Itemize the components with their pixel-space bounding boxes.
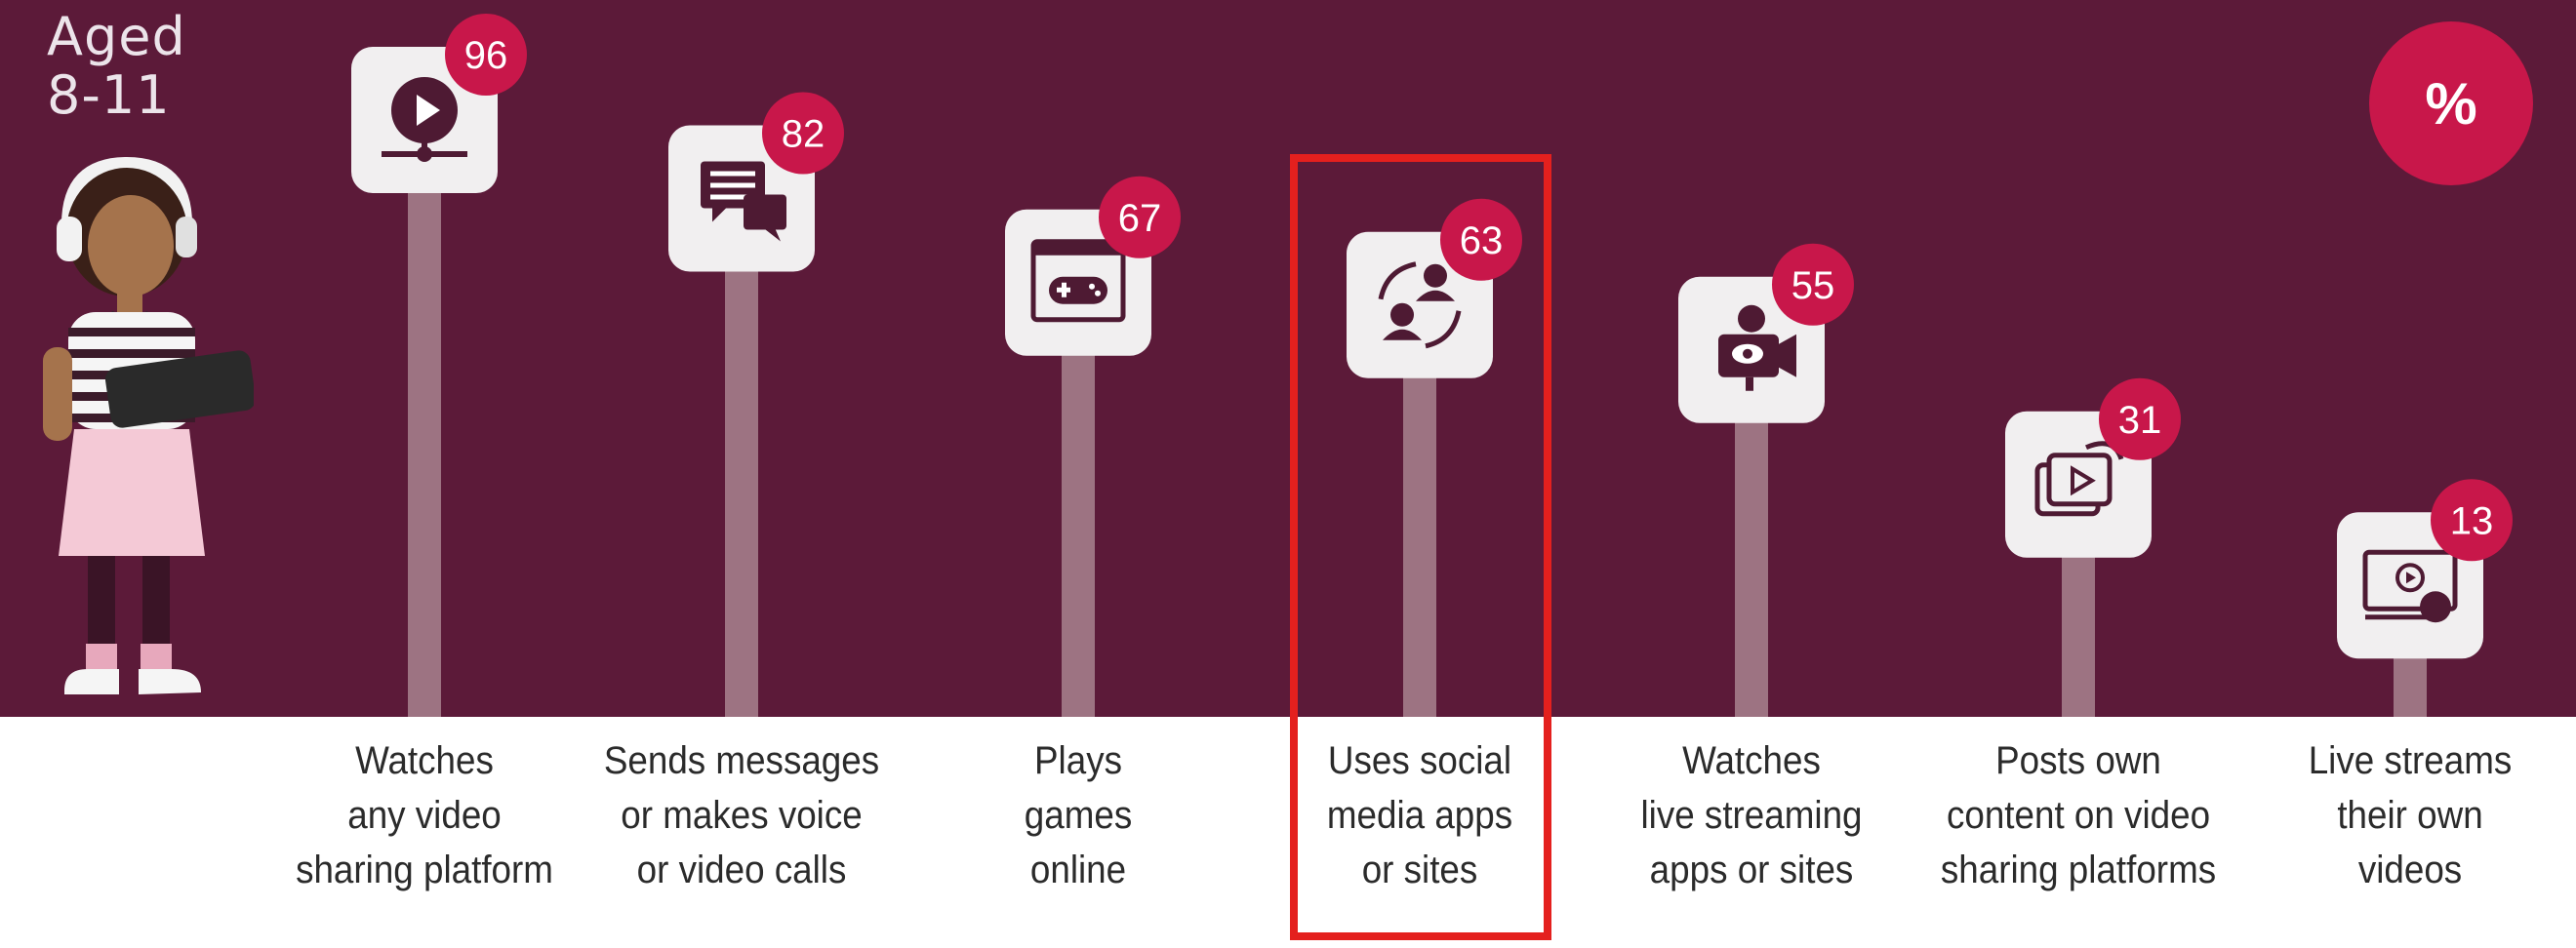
bar-stem <box>408 120 441 717</box>
category-label-3: Plays games online <box>935 733 1222 897</box>
category-label-line: Plays <box>1034 739 1122 782</box>
bar-group-3: 67 <box>1005 176 1181 717</box>
category-label-line: sharing platforms <box>1940 849 2217 891</box>
category-label-line: games <box>1024 794 1133 837</box>
category-label-line: any video <box>347 794 502 837</box>
category-label-line: videos <box>2357 849 2463 891</box>
category-label-line: Watches <box>355 739 494 782</box>
bar-group-6: 31 <box>2005 377 2181 717</box>
category-label-line: content on video <box>1946 794 2211 837</box>
data-label: 67 <box>1118 197 1162 240</box>
category-label-line: online <box>1029 849 1127 891</box>
bar-group-1: 96 <box>351 14 527 717</box>
category-label-line: their own <box>2337 794 2483 837</box>
bar-group-7: 13 <box>2337 479 2513 717</box>
category-label-line: Sends messages <box>603 739 880 782</box>
data-label: 55 <box>1791 264 1835 307</box>
data-label: 31 <box>2118 399 2162 442</box>
category-label-5: Watches live streaming apps or sites <box>1608 733 1895 897</box>
category-label-line: live streaming <box>1640 794 1863 837</box>
data-label: 96 <box>464 34 508 77</box>
category-label-line: Posts own <box>1995 739 2161 782</box>
bar-stem <box>725 198 758 717</box>
bar-group-5: 55 <box>1678 243 1854 717</box>
category-label-line: apps or sites <box>1649 849 1854 891</box>
category-label-line: Live streams <box>2308 739 2513 782</box>
category-label-1: Watches any video sharing platform <box>281 733 568 897</box>
category-label-line: sharing platform <box>296 849 553 891</box>
category-label-line: Watches <box>1682 739 1821 782</box>
category-label-line: or makes voice <box>621 794 863 837</box>
category-label-6: Posts own content on video sharing platfor… <box>1935 733 2222 897</box>
data-label: 82 <box>782 113 825 156</box>
highlight-box <box>1290 154 1551 940</box>
data-label: 13 <box>2450 499 2494 542</box>
category-label-line: or video calls <box>636 849 847 891</box>
category-label-7: Live streams their own videos <box>2267 733 2554 897</box>
category-label-2: Sends messages or makes voice or video cal… <box>598 733 885 897</box>
bar-group-2: 82 <box>668 92 844 717</box>
